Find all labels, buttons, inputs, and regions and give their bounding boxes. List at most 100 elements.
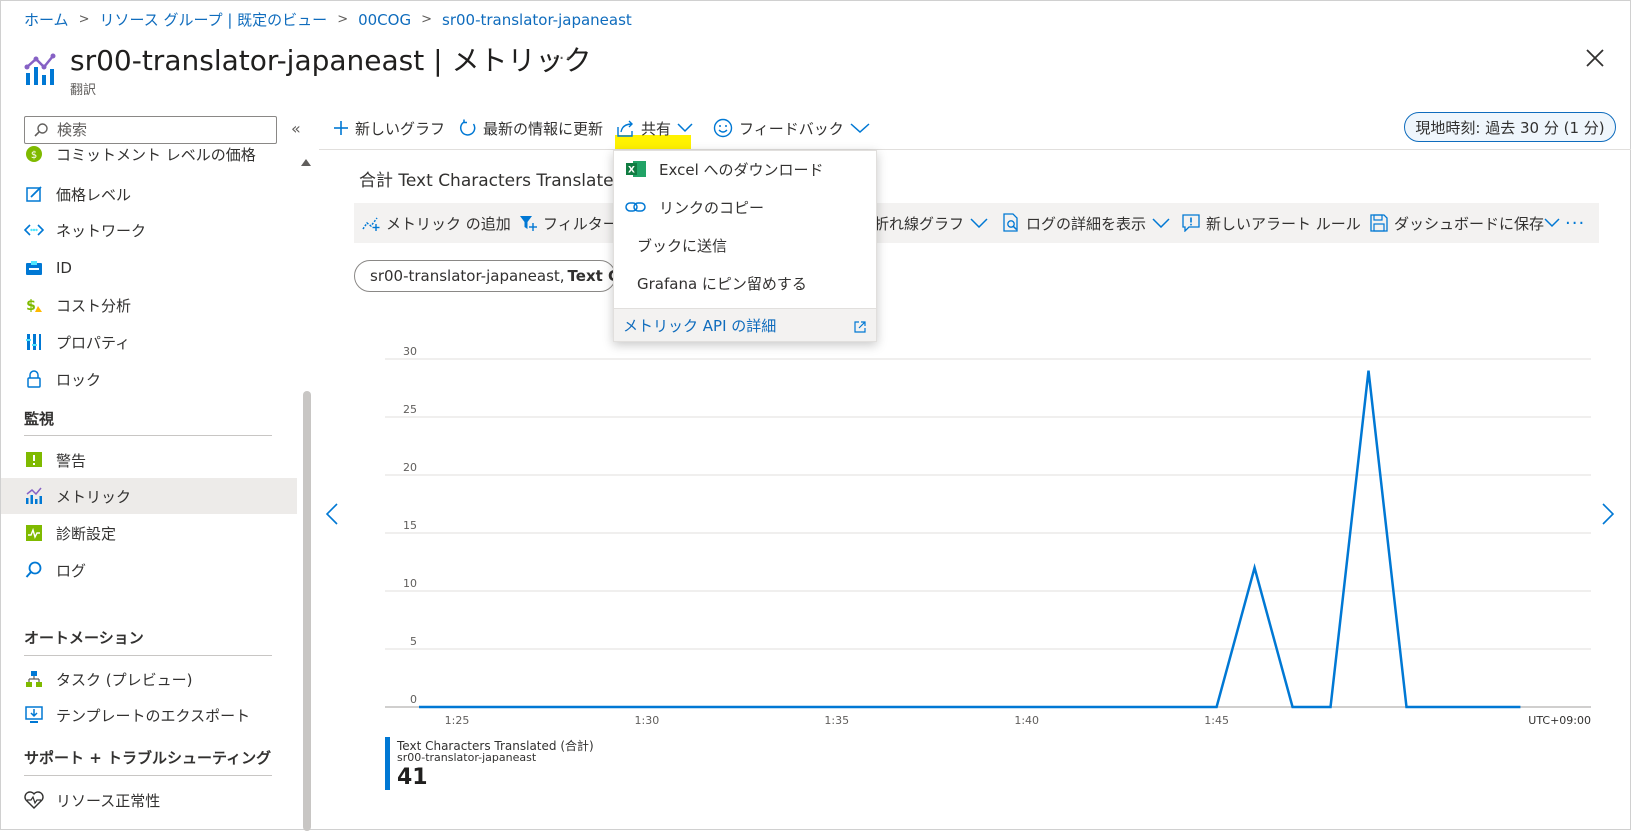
new-alert-rule-label: 新しいアラート ルール	[1206, 214, 1361, 233]
pin-to-grafana-label: Grafana にピン留めする	[637, 274, 807, 293]
page-subtitle: 翻訳	[70, 83, 97, 98]
chevron-right-icon: >	[337, 12, 349, 27]
sidebar-item-label: ID	[56, 259, 72, 277]
sidebar-item-pricing[interactable]: 価格レベル	[1, 176, 297, 212]
refresh-icon	[460, 119, 476, 136]
collapse-sidebar-button[interactable]: «	[291, 119, 301, 138]
copy-link-item[interactable]: リンクのコピー	[614, 189, 876, 225]
properties-icon	[24, 332, 44, 352]
chevron-down-icon	[677, 123, 693, 133]
link-icon	[625, 202, 646, 212]
x-tick-label: 1:45	[1204, 714, 1229, 727]
new-chart-label: 新しいグラフ	[355, 119, 446, 138]
y-tick-label: 0	[410, 693, 417, 706]
y-tick-label: 5	[410, 635, 417, 648]
chart-more-button[interactable]: ···	[1565, 203, 1585, 243]
section-support-heading: サポート + トラブルシューティング	[24, 749, 272, 767]
y-tick-label: 30	[403, 345, 417, 358]
new-chart-button[interactable]: 新しいグラフ	[333, 118, 445, 139]
plus-icon	[334, 121, 348, 135]
metric-chip[interactable]: A sr00-translator-japaneast, Text C	[354, 260, 616, 292]
excel-icon: X	[626, 161, 646, 177]
divider	[319, 149, 1631, 150]
sidebar-scrollbar[interactable]	[303, 391, 311, 831]
legend-resource-name: sr00-translator-japaneast	[397, 751, 537, 764]
sidebar-item-label: プロパティ	[56, 333, 131, 352]
series-line	[419, 370, 1521, 709]
sidebar-item-properties[interactable]: プロパティ	[1, 324, 297, 360]
view-logs-button[interactable]: ログの詳細を表示	[1002, 203, 1176, 243]
sidebar-search[interactable]	[24, 116, 277, 144]
save-dashboard-button[interactable]: ダッシュボードに保存	[1370, 203, 1566, 243]
close-icon[interactable]	[1582, 45, 1608, 71]
scroll-up-arrow[interactable]	[301, 159, 311, 166]
breadcrumb-resource-group[interactable]: 00COG	[358, 11, 411, 29]
smiley-icon	[713, 118, 733, 138]
section-divider	[24, 655, 272, 656]
sidebar-item-logs[interactable]: ログ	[1, 552, 297, 588]
more-options-button[interactable]: ···	[552, 48, 572, 69]
sidebar-item-identity[interactable]: ID	[1, 250, 297, 286]
filter-icon	[520, 216, 537, 231]
logs-icon	[24, 560, 44, 580]
pin-to-grafana-item[interactable]: Grafana にピン留めする	[614, 265, 876, 301]
time-range-picker[interactable]: 現地時刻: 過去 30 分 (1 分)	[1404, 112, 1616, 142]
share-button[interactable]: 共有	[617, 118, 699, 139]
y-tick-label: 20	[403, 461, 417, 474]
feedback-button[interactable]: フィードバック	[713, 118, 876, 139]
x-tick-label: 1:35	[824, 714, 849, 727]
refresh-button[interactable]: 最新の情報に更新	[459, 118, 603, 139]
sidebar: $ コミットメント レベルの価格 価格レベル ネットワーク ID $ コスト分析…	[1, 146, 297, 831]
chevron-right-icon[interactable]	[1602, 503, 1614, 525]
sidebar-item-label: メトリック	[56, 487, 132, 506]
timezone-label: UTC+09:00	[1528, 714, 1591, 727]
sidebar-item-metrics[interactable]: メトリック	[1, 478, 297, 514]
breadcrumb-resource-groups[interactable]: リソース グループ | 既定のビュー	[99, 9, 327, 30]
x-tick-label: 1:40	[1014, 714, 1039, 727]
time-range-label: 現地時刻: 過去 30 分 (1 分)	[1415, 118, 1605, 137]
chevron-left-icon[interactable]	[326, 503, 338, 525]
chevron-down-icon	[1152, 218, 1170, 228]
sidebar-item-network[interactable]: ネットワーク	[1, 212, 297, 248]
alert-icon	[24, 450, 44, 470]
chart-type-button[interactable]: 折れ線グラフ	[874, 203, 994, 243]
sidebar-item-label: コスト分析	[56, 296, 132, 315]
sidebar-item-diagnostic-settings[interactable]: 診断設定	[1, 515, 297, 551]
new-alert-rule-button[interactable]: 新しいアラート ルール	[1182, 203, 1361, 243]
add-filter-button[interactable]: フィルター	[519, 203, 618, 243]
share-dropdown-menu: X Excel へのダウンロード リンクのコピー ブックに送信 Grafana …	[613, 150, 877, 342]
sidebar-item-label: 警告	[56, 451, 87, 470]
metrics-icon	[24, 53, 56, 85]
sidebar-item-export-template[interactable]: テンプレートのエクスポート	[1, 697, 297, 733]
download-excel-label: Excel へのダウンロード	[659, 160, 824, 179]
commitment-icon: $	[24, 146, 44, 164]
breadcrumb-home[interactable]: ホーム	[24, 9, 69, 30]
sidebar-item-cost-analysis[interactable]: $ コスト分析	[1, 287, 297, 323]
sidebar-item-alerts[interactable]: 警告	[1, 442, 297, 478]
send-to-workbook-item[interactable]: ブックに送信	[614, 227, 876, 263]
command-bar: 新しいグラフ 最新の情報に更新 共有 フィードバック	[333, 113, 890, 143]
view-logs-label: ログの詳細を表示	[1026, 214, 1147, 233]
sidebar-item-tasks[interactable]: タスク (プレビュー)	[1, 661, 297, 697]
download-excel-item[interactable]: X Excel へのダウンロード	[614, 151, 876, 187]
breadcrumb-resource[interactable]: sr00-translator-japaneast	[442, 11, 632, 29]
identity-icon	[24, 258, 44, 278]
add-metric-button[interactable]: メトリック の追加	[362, 203, 511, 243]
logs-icon	[1003, 213, 1018, 232]
metrics-api-details-link[interactable]: メトリック API の詳細	[614, 308, 876, 341]
sidebar-item-locks[interactable]: ロック	[1, 361, 297, 397]
add-metric-icon	[362, 217, 380, 231]
sidebar-item-resource-health[interactable]: リソース正常性	[1, 782, 297, 818]
sidebar-item-label: ネットワーク	[56, 221, 147, 240]
section-divider	[24, 435, 272, 436]
cost-icon: $	[24, 295, 44, 315]
sidebar-item-label: ログ	[56, 561, 87, 580]
chip-metric: Text C	[567, 267, 616, 285]
x-tick-label: 1:25	[445, 714, 470, 727]
chevron-right-icon: >	[421, 12, 432, 27]
diagnostic-icon	[24, 523, 44, 543]
sidebar-search-input[interactable]	[55, 120, 265, 140]
sidebar-item-commitment[interactable]: $ コミットメント レベルの価格	[1, 146, 297, 172]
breadcrumb: ホーム > リソース グループ | 既定のビュー > 00COG > sr00-…	[24, 9, 632, 30]
external-link-icon	[854, 321, 866, 333]
